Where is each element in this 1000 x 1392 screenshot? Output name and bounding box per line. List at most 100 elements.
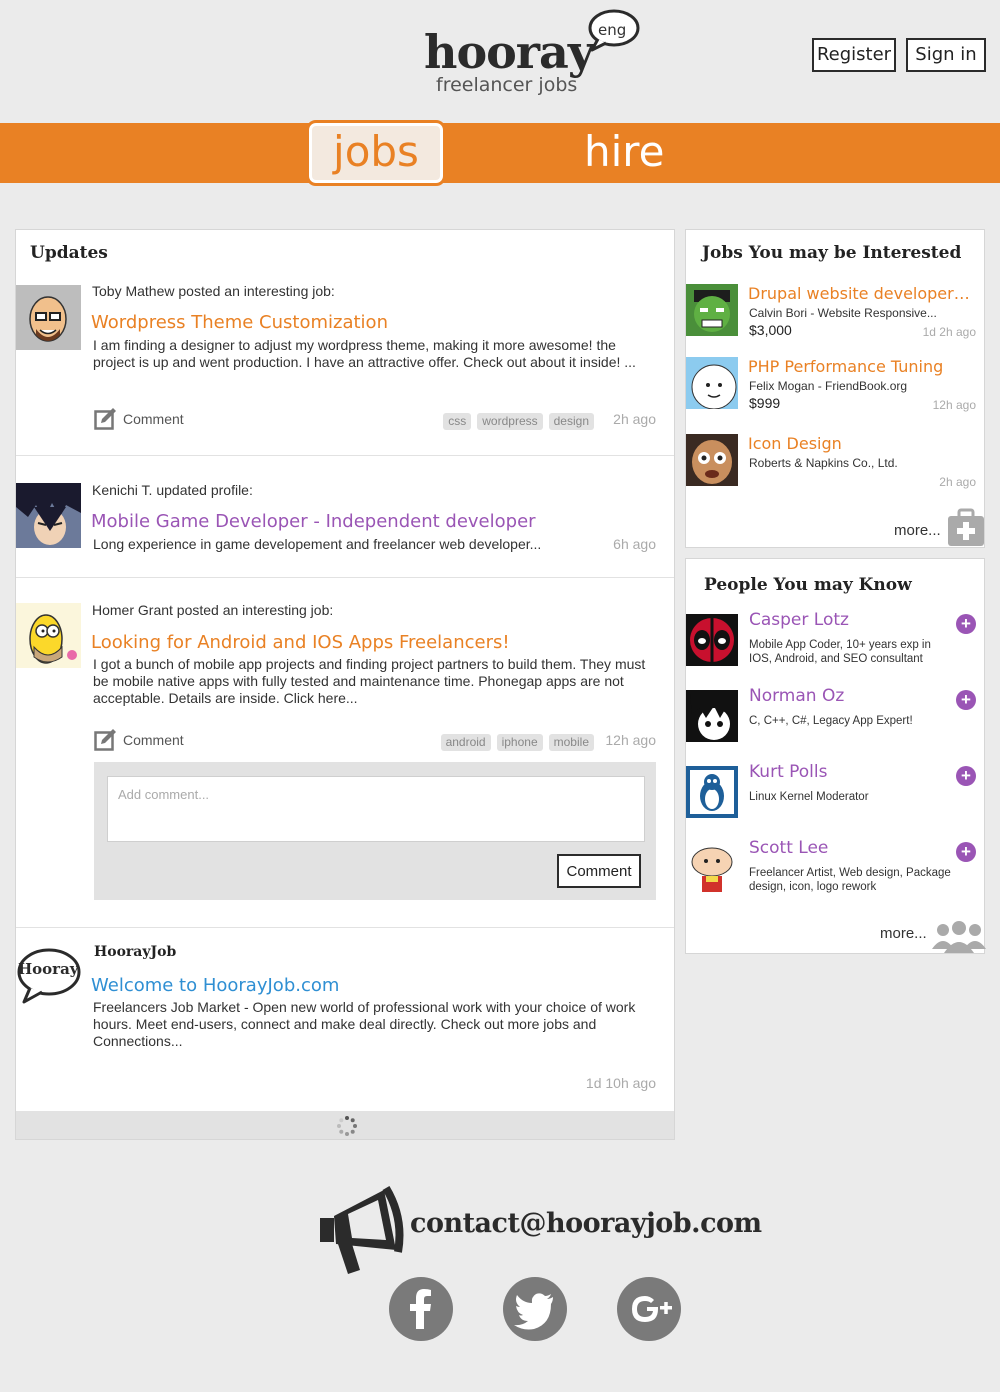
person-name[interactable]: Casper Lotz <box>749 610 849 630</box>
person-description: Linux Kernel Moderator <box>749 791 869 803</box>
tab-hire[interactable]: hire <box>584 120 664 184</box>
person-item[interactable]: Scott Lee Freelancer Artist, Web design,… <box>686 838 984 910</box>
facebook-icon <box>410 1289 431 1329</box>
loading-spinner-icon <box>337 1116 357 1136</box>
avatar[interactable] <box>16 285 81 350</box>
face-avatar-icon <box>686 434 738 486</box>
avatar[interactable]: Hooray <box>16 946 81 1011</box>
group-icon[interactable] <box>932 921 986 953</box>
tag-list: css wordpress design <box>443 413 594 430</box>
person-item[interactable]: Kurt Polls Linux Kernel Moderator + <box>686 762 984 834</box>
timestamp: 6h ago <box>613 536 656 552</box>
facebook-button[interactable] <box>389 1277 453 1341</box>
timestamp: 12h ago <box>605 732 656 748</box>
tab-jobs[interactable]: jobs <box>306 120 446 186</box>
feed-title[interactable]: Mobile Game Developer - Independent deve… <box>91 511 536 532</box>
add-contact-button[interactable]: + <box>956 766 976 786</box>
person-name[interactable]: Kurt Polls <box>749 762 827 782</box>
jobs-panel-title: Jobs You may be Interested <box>702 243 962 263</box>
load-more-bar[interactable] <box>16 1111 674 1139</box>
updates-panel: Updates Toby Mathew posted an interestin… <box>15 229 675 1140</box>
language-badge[interactable]: eng <box>598 21 626 39</box>
job-title[interactable]: PHP Performance Tuning <box>748 357 972 376</box>
people-panel-title: People You may Know <box>704 575 912 595</box>
tag[interactable]: iphone <box>496 734 543 751</box>
bald-man-avatar-icon <box>16 285 81 350</box>
logo-tagline: freelancer jobs <box>436 74 578 96</box>
jobs-panel: Jobs You may be Interested Drupal websit… <box>685 229 985 548</box>
finn-avatar-icon <box>686 357 738 409</box>
job-timestamp: 1d 2h ago <box>922 325 976 339</box>
main-nav: jobs hire <box>0 120 1000 186</box>
feed-author-line: Homer Grant posted an interesting job: <box>92 602 334 618</box>
comment-label: Comment <box>123 411 184 427</box>
job-price: $3,000 <box>749 322 792 338</box>
job-item[interactable]: Drupal website developer n... Calvin Bor… <box>686 284 984 350</box>
tag[interactable]: mobile <box>548 734 594 751</box>
people-more-link[interactable]: more... <box>880 925 927 942</box>
job-item[interactable]: PHP Performance Tuning Felix Mogan - Fri… <box>686 357 984 423</box>
add-contact-button[interactable]: + <box>956 842 976 862</box>
job-timestamp: 2h ago <box>939 475 976 489</box>
stewie-avatar-icon <box>686 842 738 894</box>
google-plus-icon <box>632 1296 672 1322</box>
l-avatar-icon <box>686 690 738 742</box>
timestamp: 1d 10h ago <box>585 1075 656 1091</box>
job-thumbnail <box>686 434 738 486</box>
tag-list: android iphone mobile <box>440 734 594 751</box>
comment-input[interactable] <box>107 776 645 842</box>
contact-email-link[interactable]: contact@hoorayjob.com <box>410 1208 762 1239</box>
feed-body: I am finding a designer to adjust my wor… <box>93 337 636 370</box>
person-name[interactable]: Norman Oz <box>749 686 844 706</box>
deadpool-avatar-icon <box>686 614 738 666</box>
comment-button[interactable]: Comment <box>94 728 184 752</box>
feed-title[interactable]: Wordpress Theme Customization <box>91 312 388 333</box>
add-contact-button[interactable]: + <box>956 614 976 634</box>
comment-submit-button[interactable]: Comment <box>557 854 641 888</box>
tag[interactable]: css <box>443 413 472 430</box>
comment-button[interactable]: Comment <box>94 407 184 431</box>
people-panel: People You may Know Casper Lotz Mobile A… <box>685 558 986 954</box>
medical-kit-icon[interactable] <box>946 508 986 548</box>
feed-title[interactable]: Looking for Android and IOS Apps Freelan… <box>91 632 510 653</box>
job-thumbnail <box>686 284 738 336</box>
feed-item: Kenichi T. updated profile: Mobile Game … <box>16 456 674 578</box>
homer-avatar-icon <box>16 603 81 668</box>
tag[interactable]: design <box>548 413 594 430</box>
avatar[interactable] <box>16 603 81 668</box>
feed-title[interactable]: Welcome to HoorayJob.com <box>91 975 339 996</box>
comment-label: Comment <box>123 732 184 748</box>
avatar[interactable] <box>16 483 81 548</box>
megaphone-icon <box>320 1185 404 1274</box>
person-item[interactable]: Casper Lotz Mobile App Coder, 10+ years … <box>686 610 984 682</box>
timestamp: 2h ago <box>613 411 656 427</box>
job-thumbnail <box>686 357 738 409</box>
person-avatar <box>686 766 738 818</box>
job-item[interactable]: Icon Design Roberts & Napkins Co., Ltd. … <box>686 434 984 500</box>
tag[interactable]: android <box>440 734 491 751</box>
register-button[interactable]: Register <box>812 38 896 72</box>
feed-item: Toby Mathew posted an interesting job: W… <box>16 276 674 456</box>
job-title[interactable]: Drupal website developer n... <box>748 284 972 303</box>
jobs-more-link[interactable]: more... <box>894 522 941 539</box>
person-description: C, C++, C#, Legacy App Expert! <box>749 715 913 727</box>
google-plus-button[interactable] <box>617 1277 681 1341</box>
twitter-icon <box>514 1293 553 1330</box>
sign-in-button[interactable]: Sign in <box>906 38 986 72</box>
add-contact-button[interactable]: + <box>956 690 976 710</box>
person-avatar <box>686 614 738 666</box>
feed-author-line: Kenichi T. updated profile: <box>92 482 253 498</box>
site-logo[interactable]: hooray eng freelancer jobs <box>424 9 644 104</box>
feed-body: Freelancers Job Market - Open new world … <box>93 999 636 1049</box>
hulk-avatar-icon <box>686 284 738 336</box>
twitter-button[interactable] <box>503 1277 567 1341</box>
person-name[interactable]: Scott Lee <box>749 838 828 858</box>
job-price: $999 <box>749 395 781 411</box>
tag[interactable]: wordpress <box>477 413 543 430</box>
person-item[interactable]: Norman Oz C, C++, C#, Legacy App Expert!… <box>686 686 984 758</box>
feed-item: Hooray HoorayJob Welcome to HoorayJob.co… <box>16 928 674 1111</box>
edit-icon <box>94 408 116 430</box>
job-company: Felix Mogan - FriendBook.org <box>749 379 908 393</box>
job-title[interactable]: Icon Design <box>748 434 972 453</box>
feed-item: Homer Grant posted an interesting job: L… <box>16 578 674 928</box>
